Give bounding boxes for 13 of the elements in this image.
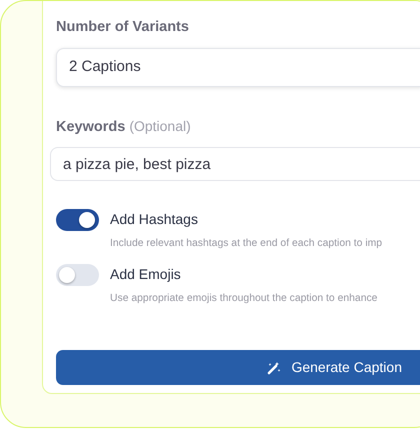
- optional-hint: (Optional): [129, 117, 191, 136]
- option-description: Use appropriate emojis throughout the caption to enhance: [110, 292, 378, 306]
- keywords-input[interactable]: a pizza pie, best pizza: [50, 147, 420, 181]
- option-description: Include relevant hashtags at the end of each caption to imp: [110, 237, 382, 251]
- variants-select[interactable]: 2 Captions: [56, 48, 420, 87]
- field-label: Keywords: [56, 118, 126, 137]
- option-title: Add Emojis: [110, 264, 182, 284]
- field-label: Number of Variants: [56, 18, 189, 37]
- generate-button[interactable]: Generate Caption: [56, 350, 420, 386]
- toggle-switch[interactable]: [56, 264, 99, 286]
- toggle-switch[interactable]: [56, 209, 99, 231]
- magic-wand-icon: [267, 360, 282, 375]
- option-title: Add Hashtags: [110, 210, 199, 229]
